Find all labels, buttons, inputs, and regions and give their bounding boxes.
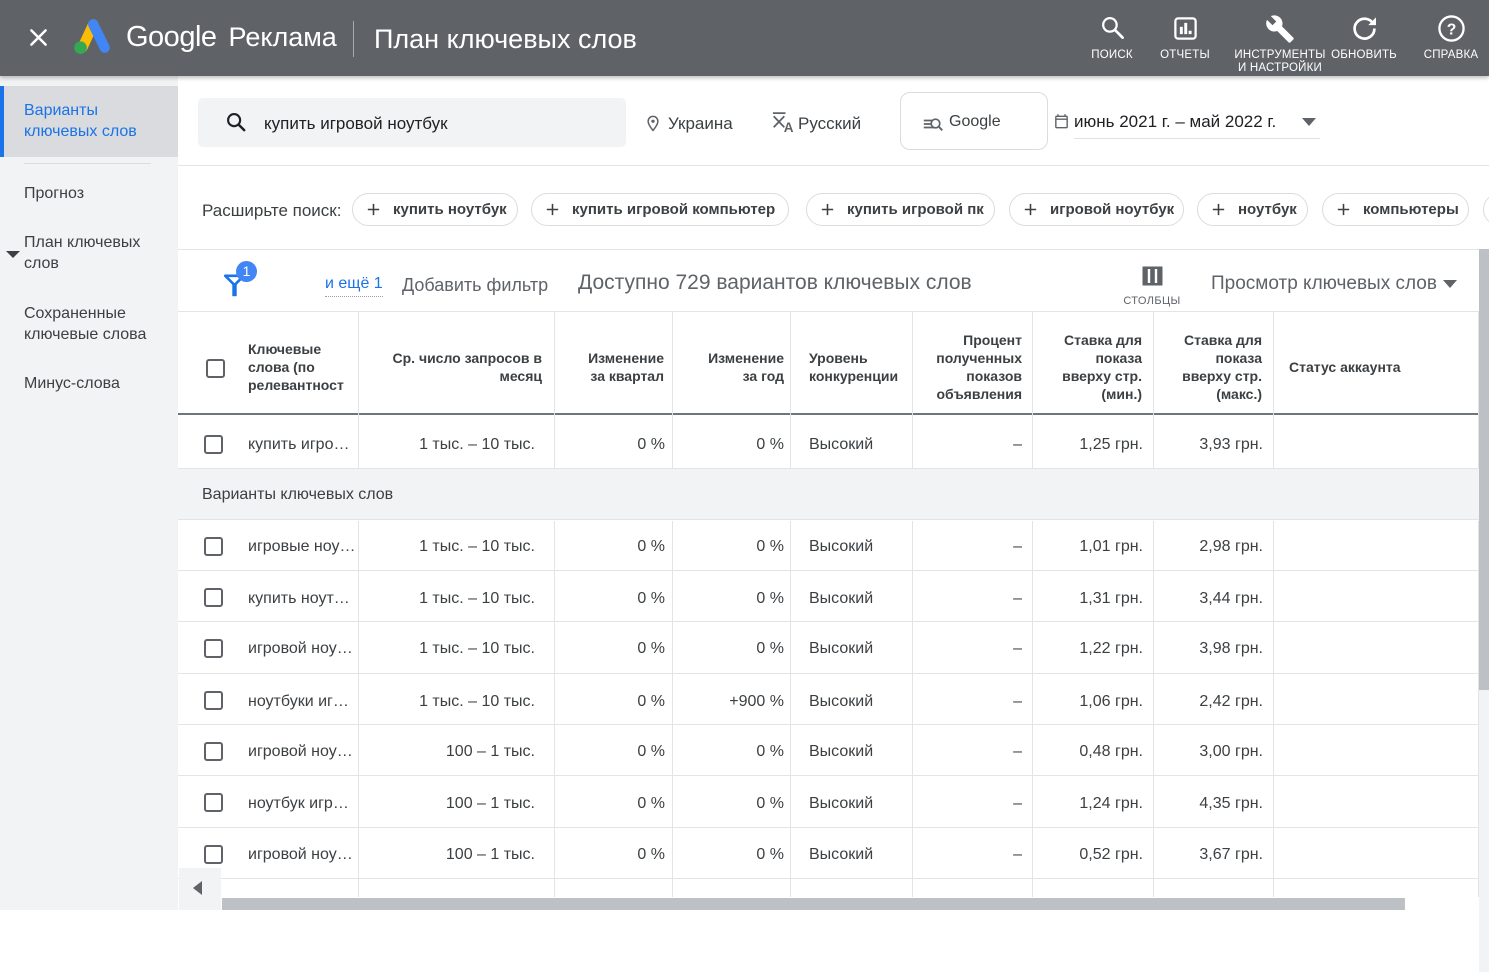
svg-text:?: ? xyxy=(1446,21,1456,38)
svg-text:A: A xyxy=(784,120,794,133)
